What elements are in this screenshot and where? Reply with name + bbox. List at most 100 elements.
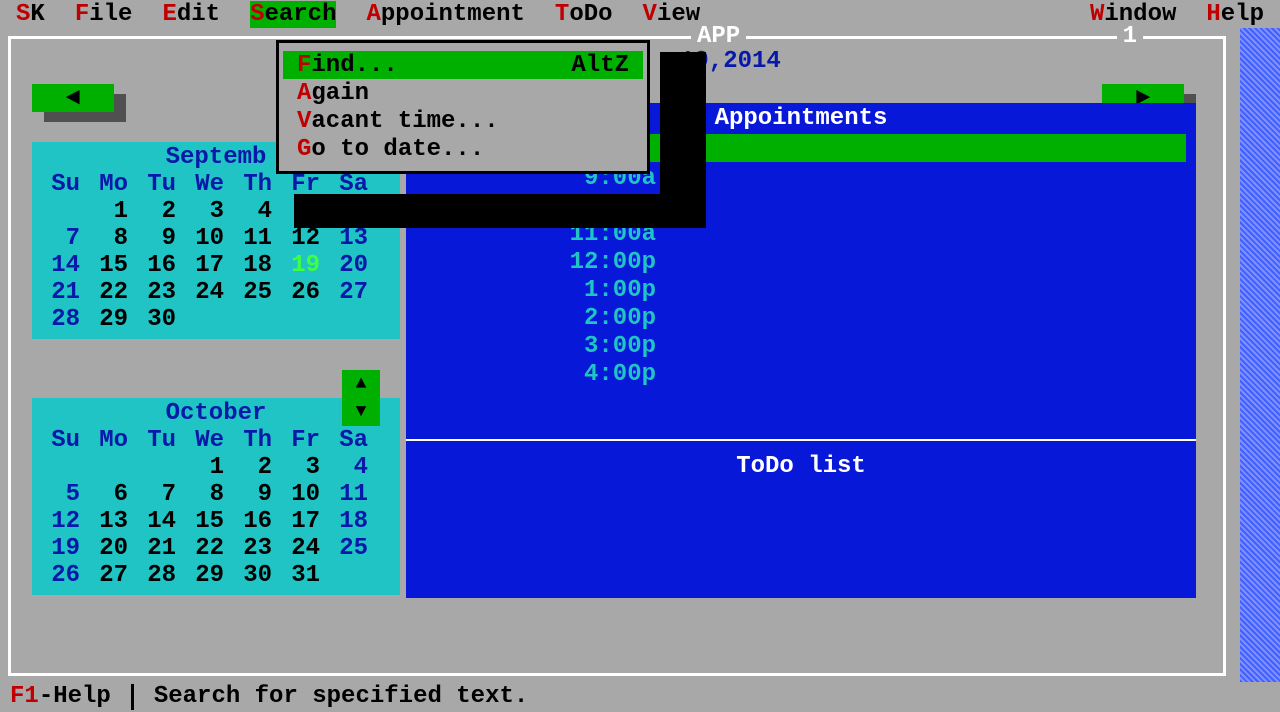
time-slot[interactable]: 1:00p (516, 277, 656, 305)
cal-header-cell: Fr (280, 427, 328, 454)
cal-day-cell[interactable]: 25 (328, 535, 376, 562)
cal-header-cell: Th (232, 171, 280, 198)
cal-day-cell[interactable]: 4 (328, 454, 376, 481)
cal-header-cell: We (184, 171, 232, 198)
cal-day-cell[interactable]: 15 (184, 508, 232, 535)
search-menu-item-ind[interactable]: Find...AltZ (283, 51, 643, 79)
cal-day-cell[interactable]: 24 (184, 279, 232, 306)
cal-day-cell[interactable]: 28 (136, 562, 184, 589)
cal-day-cell[interactable]: 8 (184, 481, 232, 508)
cal-day-cell[interactable]: 13 (328, 225, 376, 252)
arrow-up-icon: ▲ (356, 374, 367, 394)
status-message: Search for specified text. (154, 683, 528, 710)
time-slot[interactable]: 2:00p (516, 305, 656, 333)
cal-day-cell[interactable]: 14 (40, 252, 88, 279)
cal-day-cell[interactable]: 7 (136, 481, 184, 508)
calendar-spinner[interactable]: ▲ ▼ (342, 370, 380, 426)
cal-day-cell[interactable]: 13 (88, 508, 136, 535)
cal-header-cell: Th (232, 427, 280, 454)
cal-day-cell (328, 562, 376, 589)
cal-day-cell[interactable]: 23 (232, 535, 280, 562)
cal-day-cell[interactable]: 12 (40, 508, 88, 535)
time-slot[interactable]: 3:00p (516, 333, 656, 361)
search-menu-item-gain[interactable]: Again (283, 79, 643, 107)
cal-day-cell[interactable]: 17 (184, 252, 232, 279)
cal-day-cell[interactable]: 26 (40, 562, 88, 589)
cal-day-cell[interactable]: 28 (40, 306, 88, 333)
cal-header-cell: Tu (136, 427, 184, 454)
search-menu-item-otodate[interactable]: Go to date... (283, 135, 643, 163)
cal-day-cell[interactable]: 29 (88, 306, 136, 333)
cal-header-cell: We (184, 427, 232, 454)
menu-item-dit[interactable]: Edit (162, 1, 220, 28)
cal-day-cell[interactable]: 22 (184, 535, 232, 562)
cal-day-cell[interactable]: 4 (232, 198, 280, 225)
panel-divider (406, 439, 1196, 441)
cal-day-cell[interactable]: 10 (184, 225, 232, 252)
right-scrollbar[interactable] (1240, 28, 1280, 682)
cal-day-cell[interactable]: 23 (136, 279, 184, 306)
time-slot[interactable]: 4:00p (516, 361, 656, 389)
calendar-october: OctoberSuMoTuWeThFrSa1234567891011121314… (32, 398, 400, 595)
menu-item-k[interactable]: SK (16, 1, 45, 28)
status-key: F1 (10, 683, 39, 710)
time-slot[interactable]: 12:00p (516, 249, 656, 277)
cal-day-cell[interactable]: 24 (280, 535, 328, 562)
cal-day-cell[interactable]: 9 (232, 481, 280, 508)
cal-day-cell[interactable]: 3 (184, 198, 232, 225)
cal-day-cell (40, 454, 88, 481)
menu-item-earch[interactable]: Search (250, 1, 336, 28)
cal-day-cell[interactable]: 27 (328, 279, 376, 306)
cal-day-cell[interactable]: 2 (136, 198, 184, 225)
cal-day-cell[interactable]: 5 (40, 481, 88, 508)
cal-day-cell[interactable]: 2 (232, 454, 280, 481)
cal-day-cell[interactable]: 18 (328, 508, 376, 535)
cal-day-cell[interactable]: 9 (136, 225, 184, 252)
cal-day-cell[interactable]: 10 (280, 481, 328, 508)
cal-day-cell[interactable]: 29 (184, 562, 232, 589)
menu-item-odo[interactable]: ToDo (555, 1, 613, 28)
cal-day-cell[interactable]: 12 (280, 225, 328, 252)
cal-day-cell[interactable]: 20 (328, 252, 376, 279)
arrow-down-icon: ▼ (356, 402, 367, 422)
cal-day-cell[interactable]: 21 (40, 279, 88, 306)
calendar-title: October (40, 400, 392, 427)
cal-day-cell[interactable]: 1 (184, 454, 232, 481)
cal-day-cell[interactable]: 14 (136, 508, 184, 535)
cal-day-cell[interactable]: 18 (232, 252, 280, 279)
menu-item-ppointment[interactable]: Appointment (366, 1, 524, 28)
cal-day-cell[interactable]: 11 (328, 481, 376, 508)
cal-day-cell[interactable]: 6 (88, 481, 136, 508)
cal-day-cell[interactable]: 1 (88, 198, 136, 225)
status-key-label: -Help (39, 683, 111, 710)
cal-day-cell[interactable]: 30 (232, 562, 280, 589)
cal-day-cell[interactable]: 22 (88, 279, 136, 306)
cal-day-cell[interactable]: 16 (136, 252, 184, 279)
cal-day-cell[interactable]: 20 (88, 535, 136, 562)
cal-day-cell (280, 306, 328, 333)
cal-day-cell[interactable]: 7 (40, 225, 88, 252)
cal-day-cell[interactable]: 16 (232, 508, 280, 535)
appointment-selected-row[interactable] (636, 134, 1186, 162)
cal-day-cell[interactable]: 8 (88, 225, 136, 252)
cal-day-cell[interactable]: 17 (280, 508, 328, 535)
cal-header-cell: Su (40, 427, 88, 454)
cal-day-cell[interactable]: 19 (280, 252, 328, 279)
cal-day-cell[interactable]: 27 (88, 562, 136, 589)
cal-day-cell[interactable]: 25 (232, 279, 280, 306)
appointments-panel: Appointments 9:00a10:00a11:00a12:00p1:00… (406, 103, 1196, 598)
cal-day-cell (136, 454, 184, 481)
cal-day-cell[interactable]: 26 (280, 279, 328, 306)
search-menu-item-acanttime[interactable]: Vacant time... (283, 107, 643, 135)
cal-day-cell[interactable]: 11 (232, 225, 280, 252)
cal-day-cell[interactable]: 3 (280, 454, 328, 481)
cal-day-cell[interactable]: 21 (136, 535, 184, 562)
arrow-left-icon: ◄ (66, 85, 80, 112)
prev-arrow-button[interactable]: ◄ (32, 84, 114, 112)
cal-day-cell[interactable]: 15 (88, 252, 136, 279)
cal-day-cell[interactable]: 19 (40, 535, 88, 562)
cal-day-cell[interactable]: 31 (280, 562, 328, 589)
menu-item-elp[interactable]: Help (1206, 1, 1264, 28)
cal-day-cell[interactable]: 30 (136, 306, 184, 333)
menu-item-ile[interactable]: File (75, 1, 133, 28)
